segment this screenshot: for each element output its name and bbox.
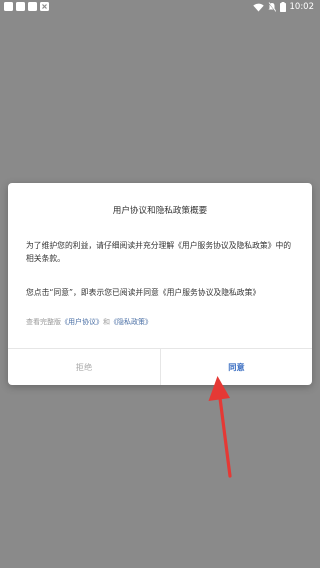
reject-button[interactable]: 拒绝: [8, 349, 160, 385]
links-and: 和: [103, 318, 110, 326]
system-icons: 10:02: [252, 1, 315, 13]
close-square-icon: [40, 2, 49, 11]
app-square-icon: [16, 2, 25, 11]
dialog-paragraph-terms: 为了维护您的利益，请仔细阅读并充分理解《用户服务协议及隐私政策》中的相关条款。: [26, 241, 292, 263]
wifi-icon: [252, 3, 264, 11]
app-square-icon: [28, 2, 37, 11]
status-bar: 10:02: [0, 0, 320, 14]
privacy-policy-link[interactable]: 《隐私政策》: [110, 318, 152, 326]
app-square-icon: [4, 2, 13, 11]
dialog-title: 用户协议和隐私政策概要: [112, 206, 208, 216]
silent-icon: [267, 2, 276, 12]
battery-icon: [279, 2, 286, 12]
dialog-paragraph-consent: 您点击“同意”，即表示您已阅读并同意《用户服务协议及隐私政策》: [26, 288, 261, 297]
notification-icons: [4, 2, 49, 11]
privacy-policy-dialog: 用户协议和隐私政策概要 为了维护您的利益，请仔细阅读并充分理解《用户服务协议及隐…: [8, 183, 312, 385]
status-time: 10:02: [289, 2, 315, 12]
full-version-links: 查看完整版《用户协议》和《隐私政策》: [26, 316, 306, 328]
user-agreement-link[interactable]: 《用户协议》: [61, 318, 103, 326]
links-prefix: 查看完整版: [26, 318, 61, 326]
agree-button[interactable]: 同意: [161, 349, 312, 385]
